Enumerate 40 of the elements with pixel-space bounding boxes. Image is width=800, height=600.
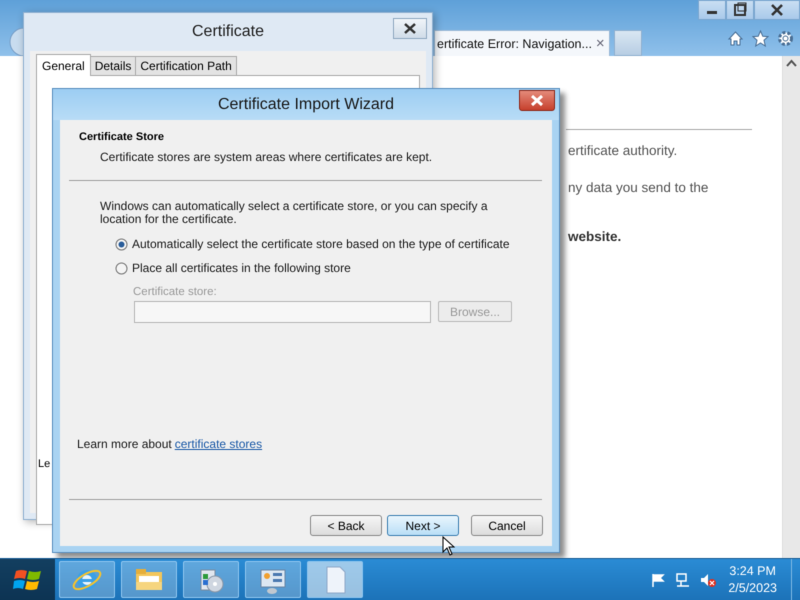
radio-button[interactable] (115, 262, 128, 274)
speaker-muted-icon[interactable] (700, 572, 716, 588)
page-text: ertificate authority. (568, 143, 678, 158)
page-text: website. (568, 229, 622, 244)
help-link[interactable]: certificate stores (174, 437, 262, 451)
instruction-text: Windows can automatically select a certificate store, or you can specify a location for the certificate. (100, 200, 489, 226)
wizard-title: Certificate Import Wizard (218, 96, 394, 114)
page-text: ny data you send to the (568, 180, 710, 195)
radio-button[interactable] (115, 238, 128, 250)
field-label: Certificate store: (133, 286, 218, 298)
maximize-icon[interactable] (726, 0, 754, 20)
radio-option[interactable]: Place all certificates in the following store (115, 261, 351, 275)
taskbar-button[interactable] (59, 561, 115, 598)
network-icon[interactable] (675, 572, 692, 588)
dialog-button[interactable]: < Back (310, 515, 382, 536)
home-icon[interactable] (727, 30, 744, 47)
tab[interactable]: General (36, 54, 91, 76)
minimize-icon[interactable] (698, 0, 726, 20)
tab[interactable]: Certification Path (135, 56, 237, 75)
section-description: Certificate stores are system areas where certificates are kept. (100, 150, 434, 164)
taskbar-button[interactable] (121, 561, 177, 598)
tab[interactable]: Details (90, 56, 136, 75)
taskbar-button[interactable] (245, 561, 301, 598)
section-heading: Certificate Store (79, 131, 165, 143)
settings-icon[interactable] (777, 30, 794, 47)
star-icon[interactable] (752, 30, 769, 47)
flag-icon[interactable] (650, 572, 666, 588)
scrollbar[interactable] (782, 56, 800, 558)
clock-time: 3:24 PM (728, 562, 777, 580)
tab-close-button[interactable]: × (596, 35, 605, 52)
learn-more-text: Learn more about (77, 437, 172, 451)
dialog-title: Certificate (192, 23, 264, 41)
dialog-button[interactable]: Cancel (471, 515, 543, 536)
browser-tab[interactable]: ertificate Error: Navigation... × (434, 30, 610, 56)
close-icon[interactable] (754, 0, 800, 20)
radio-option[interactable]: Automatically select the certificate store based on the type of certificate (115, 237, 510, 251)
clock-date: 2/5/2023 (728, 580, 777, 596)
dialog-button[interactable]: Next > (387, 515, 459, 536)
taskbar-button[interactable] (183, 561, 239, 598)
panel-text: Le (38, 458, 50, 470)
